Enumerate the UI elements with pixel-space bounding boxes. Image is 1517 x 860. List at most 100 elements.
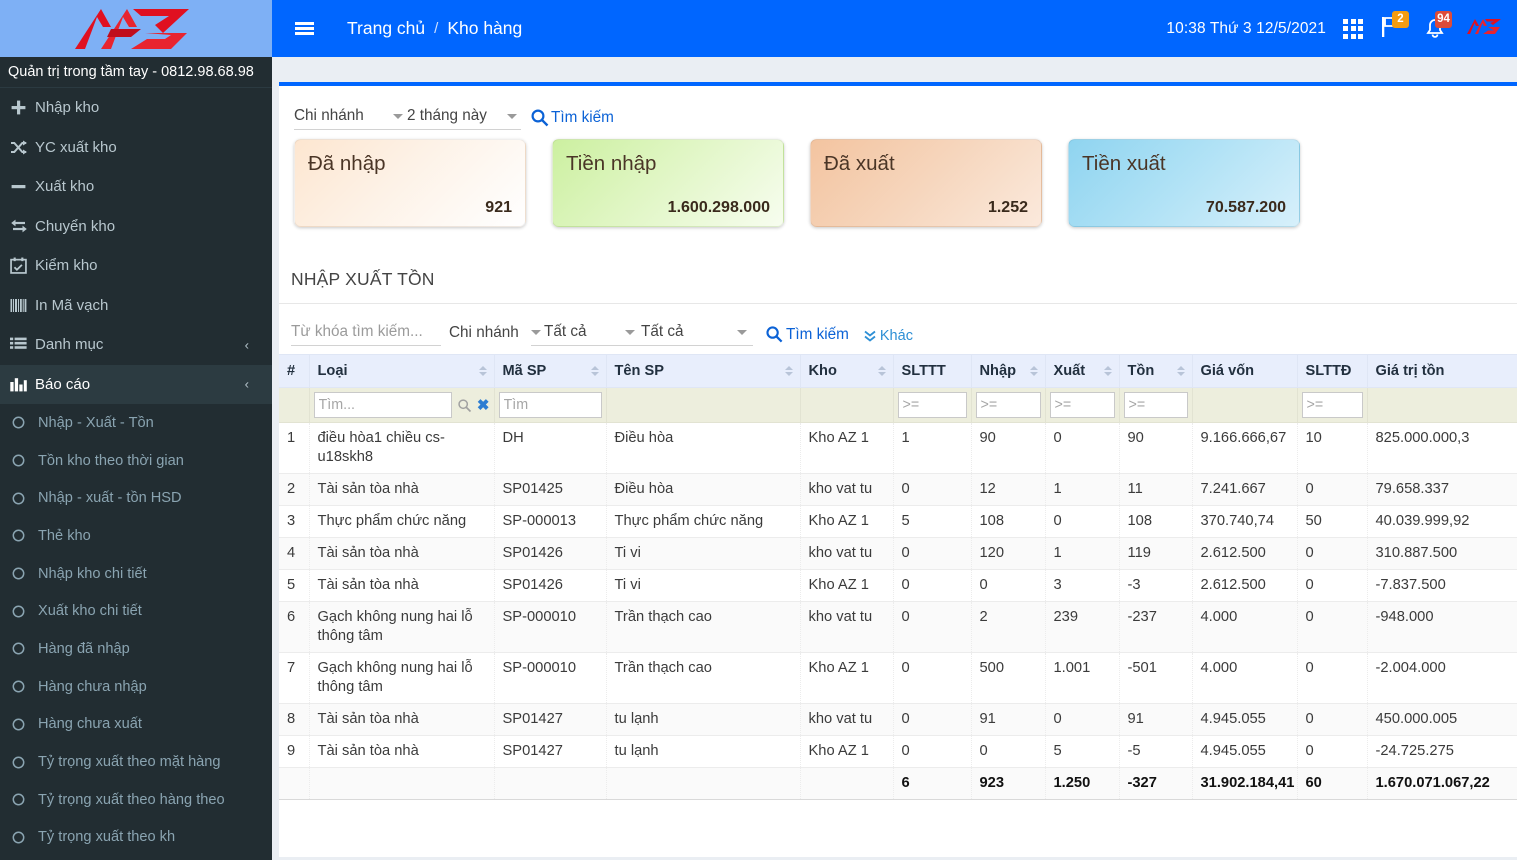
col-header-ton[interactable]: Tồn (1119, 354, 1193, 388)
table-search-button[interactable]: Tìm kiếm (765, 325, 849, 346)
sidebar-item-kiem-kho[interactable]: Kiểm kho (0, 246, 272, 286)
flag-notifications[interactable]: 2 (1380, 10, 1409, 44)
table-row[interactable]: 6 Gạch không nung hai lỗ thông tâm SP-00… (279, 601, 1517, 653)
table-row[interactable]: 8 Tài sản tòa nhà SP01427 tu lạnh kho va… (279, 703, 1517, 736)
filter-input-xuat[interactable] (1049, 392, 1115, 418)
col-header-loai[interactable]: Loại (309, 354, 495, 388)
sort-toggle-icon[interactable] (784, 366, 793, 376)
calendar-check-icon (10, 257, 35, 275)
sidebar-item-yc-xuat-kho[interactable]: YC xuất kho (0, 128, 272, 168)
branch-select[interactable]: Chi nhánh (294, 103, 407, 130)
cell-masp: SP01425 (494, 473, 607, 506)
circle-icon (12, 416, 38, 429)
sort-toggle-icon[interactable] (478, 366, 487, 376)
cell-loai: Tài sản tòa nhà (309, 569, 495, 602)
chevron-left-icon: ‹ (244, 376, 249, 392)
hamburger-menu-icon[interactable] (288, 14, 320, 44)
filter-input-nhap[interactable] (975, 392, 1041, 418)
filter-input-ton[interactable] (1123, 392, 1188, 418)
clear-filter-icon[interactable]: ✖ (477, 396, 490, 414)
cell-giavon: 4.000 (1192, 652, 1298, 704)
cell-slttt: 0 (893, 652, 972, 704)
top-search-button[interactable]: Tìm kiếm (530, 108, 614, 130)
sort-toggle-icon[interactable] (1176, 366, 1185, 376)
col-header-nhap[interactable]: Nhập (971, 354, 1046, 388)
table-row[interactable]: 2 Tài sản tòa nhà SP01425 Điều hòa kho v… (279, 473, 1517, 506)
more-filters-button[interactable]: Khác (863, 328, 913, 346)
filter-select-2[interactable]: Tất cả (641, 319, 753, 346)
sidebar-subitem-ty-trong-xuat-theo-mat-hang[interactable]: Tỷ trọng xuất theo mặt hàng (0, 743, 272, 781)
keyword-search-input[interactable]: Từ khóa tìm kiếm... (291, 319, 441, 346)
kpi-card-tien-nhap[interactable]: Tiền nhập 1.600.298.000 (552, 139, 784, 227)
sidebar-subitem-the-kho[interactable]: Thẻ kho (0, 517, 272, 555)
sidebar-subitem-xuat-kho-chi-tiet[interactable]: Xuất kho chi tiết (0, 592, 272, 630)
chevron-down-icon (393, 113, 403, 119)
sort-toggle-icon[interactable] (1029, 366, 1038, 376)
table-row[interactable]: 5 Tài sản tòa nhà SP01426 Ti vi Kho AZ 1… (279, 569, 1517, 602)
sort-toggle-icon[interactable] (1103, 366, 1112, 376)
table-row[interactable]: 3 Thực phẩm chức năng SP-000013 Thực phẩ… (279, 505, 1517, 538)
table-row[interactable]: 1 điều hòa1 chiều cs-u18skh8 DH Điều hòa… (279, 422, 1517, 474)
sidebar-item-in-ma-vach[interactable]: In Mã vạch (0, 286, 272, 326)
cell-tensp: tu lạnh (606, 735, 801, 768)
kpi-card-da-xuat[interactable]: Đã xuất 1.252 (810, 139, 1042, 227)
cell-kho: kho vat tu (800, 473, 894, 506)
sidebar-subitem-ty-trong-xuat-theo-hang-theo[interactable]: Tỷ trọng xuất theo hàng theo (0, 781, 272, 819)
sidebar-item-danh-muc[interactable]: Danh mục ‹ (0, 325, 272, 365)
sidebar-logo[interactable] (0, 0, 272, 57)
search-icon (766, 326, 783, 343)
sidebar-item-chuyen-kho[interactable]: Chuyển kho (0, 207, 272, 247)
col-header-tensp[interactable]: Tên SP (606, 354, 801, 388)
kpi-cards: Đã nhập 921 Tiền nhập 1.600.298.000 Đã x… (279, 130, 1517, 227)
filter-select-1[interactable]: Tất cả (531, 319, 641, 346)
sidebar-subitem-label: Thẻ kho (38, 527, 91, 544)
sidebar-subitem-hang-chua-nhap[interactable]: Hàng chưa nhập (0, 668, 272, 706)
col-header-kho[interactable]: Kho (800, 354, 894, 388)
sidebar-item-xuat-kho[interactable]: Xuất kho (0, 167, 272, 207)
cell-kho: Kho AZ 1 (800, 652, 894, 704)
cell-loai: Tài sản tòa nhà (309, 537, 495, 570)
total-tensp (606, 767, 801, 800)
sidebar-subitem-nhap-xuat-ton-hsd[interactable]: Nhập - xuất - tồn HSD (0, 479, 272, 517)
kpi-card-value: 921 (485, 199, 512, 216)
sidebar-subitem-nhap-kho-chi-tiet[interactable]: Nhập kho chi tiết (0, 555, 272, 593)
sidebar-subitem-ton-kho-theo-thoi-gian[interactable]: Tồn kho theo thời gian (0, 442, 272, 480)
header-actions: 10:38 Thứ 3 12/5/2021 2 94 (1166, 10, 1517, 44)
col-label: # (287, 363, 296, 379)
cell-kho: kho vat tu (800, 537, 894, 570)
breadcrumb-home[interactable]: Trang chủ (347, 18, 425, 39)
col-header-xuat[interactable]: Xuất (1045, 354, 1120, 388)
sidebar-item-label: In Mã vạch (35, 296, 109, 314)
kpi-card-tien-xuat[interactable]: Tiền xuất 70.587.200 (1068, 139, 1300, 227)
filter-input-slttt[interactable] (897, 392, 967, 418)
period-select[interactable]: 2 tháng này (407, 103, 521, 130)
sort-toggle-icon[interactable] (590, 366, 599, 376)
table-row[interactable]: 7 Gạch không nung hai lỗ thông tâm SP-00… (279, 652, 1517, 704)
az-user-logo-icon[interactable] (1466, 14, 1503, 43)
sidebar-subitem-hang-da-nhap[interactable]: Hàng đã nhập (0, 630, 272, 668)
bell-notifications[interactable]: 94 (1423, 10, 1452, 44)
circle-icon (12, 756, 38, 769)
apps-grid-icon[interactable] (1343, 18, 1363, 39)
filter-input-loai[interactable] (313, 392, 452, 418)
breadcrumb-current[interactable]: Kho hàng (447, 18, 522, 39)
kpi-card-da-nhap[interactable]: Đã nhập 921 (294, 139, 526, 227)
chevron-down-icon (531, 329, 541, 335)
filter-cell-xuat (1045, 387, 1120, 423)
table-search-label: Tìm kiếm (786, 325, 849, 343)
filter-input-masp[interactable] (498, 392, 602, 418)
sidebar-subitem-hang-chua-xuat[interactable]: Hàng chưa xuất (0, 706, 272, 744)
col-header-slttt: SLTTT (893, 354, 972, 388)
sidebar-subitem-nhap-xuat-ton[interactable]: Nhập - Xuất - Tồn (0, 404, 272, 442)
search-icon[interactable] (457, 398, 472, 413)
filter-input-slttd[interactable] (1301, 392, 1363, 418)
cell-index: 8 (279, 703, 310, 736)
sidebar-item-nhap-kho[interactable]: Nhập kho (0, 88, 272, 128)
sort-toggle-icon[interactable] (877, 366, 886, 376)
table-row[interactable]: 9 Tài sản tòa nhà SP01427 tu lạnh Kho AZ… (279, 735, 1517, 768)
table-row[interactable]: 4 Tài sản tòa nhà SP01426 Ti vi kho vat … (279, 537, 1517, 570)
cell-slttd: 0 (1297, 473, 1368, 506)
sidebar-item-bao-cao[interactable]: Báo cáo ‹ (0, 364, 272, 404)
col-header-masp[interactable]: Mã SP (494, 354, 607, 388)
sidebar-subitem-ty-trong-xuat-theo-kh[interactable]: Tỷ trọng xuất theo kh (0, 819, 272, 857)
